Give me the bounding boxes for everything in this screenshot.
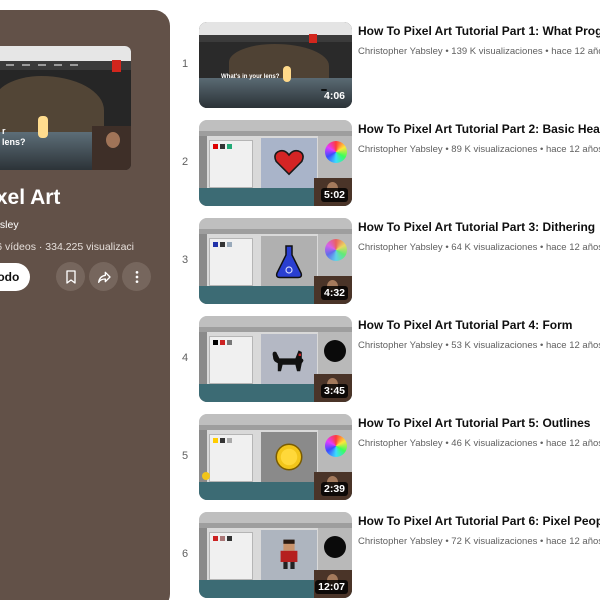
channel-name[interactable]: Christopher Yabsley (358, 536, 443, 547)
channel-name[interactable]: Christopher Yabsley (358, 46, 443, 57)
video-meta: Christopher Yabsley • 53 K visualizacion… (358, 340, 600, 351)
pixel-person-icon (280, 539, 298, 569)
video-title[interactable]: How To Pixel Art Tutorial Part 2: Basic … (358, 122, 600, 136)
heart-icon (274, 149, 304, 176)
video-index: 1 (181, 58, 189, 70)
video-meta: Christopher Yabsley • 139 K visualizacio… (358, 46, 600, 57)
view-count: 64 K visualizaciones (451, 242, 538, 253)
upload-age: hace 12 años (545, 144, 600, 155)
video-index: 6 (181, 548, 189, 560)
coin-icon (275, 443, 303, 471)
upload-age: hace 12 años (545, 536, 600, 547)
duration-badge: 5:02 (320, 188, 348, 202)
video-title[interactable]: How To Pixel Art Tutorial Part 5: Outlin… (358, 416, 600, 430)
playlist-video-row[interactable]: 5 2:39 How To Pixel Art Tutorial Part 5:… (0, 414, 600, 504)
video-index: 5 (181, 450, 189, 462)
channel-name[interactable]: Christopher Yabsley (358, 438, 443, 449)
view-count: 53 K visualizaciones (451, 340, 538, 351)
playlist-video-row[interactable]: 3 4:32 How To Pixel Art Tutorial Part 3:… (0, 218, 600, 308)
playlist-video-row[interactable]: 1 What's in your lens? 4:06 How To Pixel… (0, 22, 600, 112)
duration-badge: 3:45 (320, 384, 348, 398)
view-count: 89 K visualizaciones (451, 144, 538, 155)
video-thumbnail[interactable]: 3:45 (199, 316, 352, 402)
channel-name[interactable]: Christopher Yabsley (358, 340, 443, 351)
color-wheel (325, 239, 347, 261)
color-swatch (324, 536, 346, 558)
video-title[interactable]: How To Pixel Art Tutorial Part 1: What P… (358, 24, 600, 38)
upload-age: hace 12 años (551, 46, 600, 57)
playlist-video-row[interactable]: 6 12:07 How To Pixel Art Tutorial Part 6… (0, 512, 600, 600)
video-thumbnail[interactable]: 4:32 (199, 218, 352, 304)
video-title[interactable]: How To Pixel Art Tutorial Part 4: Form (358, 318, 600, 332)
view-count: 46 K visualizaciones (451, 438, 538, 449)
upload-age: hace 12 años (545, 340, 600, 351)
video-meta: Christopher Yabsley • 64 K visualizacion… (358, 242, 600, 253)
color-wheel (325, 435, 347, 457)
duration-badge: 2:39 (320, 482, 348, 496)
view-count: 72 K visualizaciones (451, 536, 538, 547)
potion-icon (275, 245, 303, 279)
video-meta: Christopher Yabsley • 72 K visualizacion… (358, 536, 600, 547)
duration-badge: 4:32 (320, 286, 348, 300)
view-count: 139 K visualizaciones (451, 46, 543, 57)
channel-name[interactable]: Christopher Yabsley (358, 144, 443, 155)
video-title[interactable]: How To Pixel Art Tutorial Part 6: Pixel … (358, 514, 600, 528)
cat-icon (272, 350, 304, 372)
video-title[interactable]: How To Pixel Art Tutorial Part 3: Dither… (358, 220, 600, 234)
duration-badge: 12:07 (315, 580, 348, 594)
video-meta: Christopher Yabsley • 46 K visualizacion… (358, 438, 600, 449)
video-thumbnail[interactable]: 5:02 (199, 120, 352, 206)
video-thumbnail[interactable]: 2:39 (199, 414, 352, 500)
video-index: 4 (181, 352, 189, 364)
upload-age: hace 12 años (545, 438, 600, 449)
video-index: 2 (181, 156, 189, 168)
duration-badge: 4:06 (321, 89, 345, 102)
video-thumbnail[interactable]: 12:07 (199, 512, 352, 598)
color-swatch (324, 340, 346, 362)
color-wheel (325, 141, 347, 163)
channel-name[interactable]: Christopher Yabsley (358, 242, 443, 253)
playlist-video-row[interactable]: 4 3:45 How To Pixel Art Tutorial Part 4:… (0, 316, 600, 406)
video-meta: Christopher Yabsley • 89 K visualizacion… (358, 144, 600, 155)
video-index: 3 (181, 254, 189, 266)
upload-age: hace 12 años (545, 242, 600, 253)
playlist-video-row[interactable]: 2 5:02 How To Pixel Art Tutorial Part 2:… (0, 120, 600, 210)
